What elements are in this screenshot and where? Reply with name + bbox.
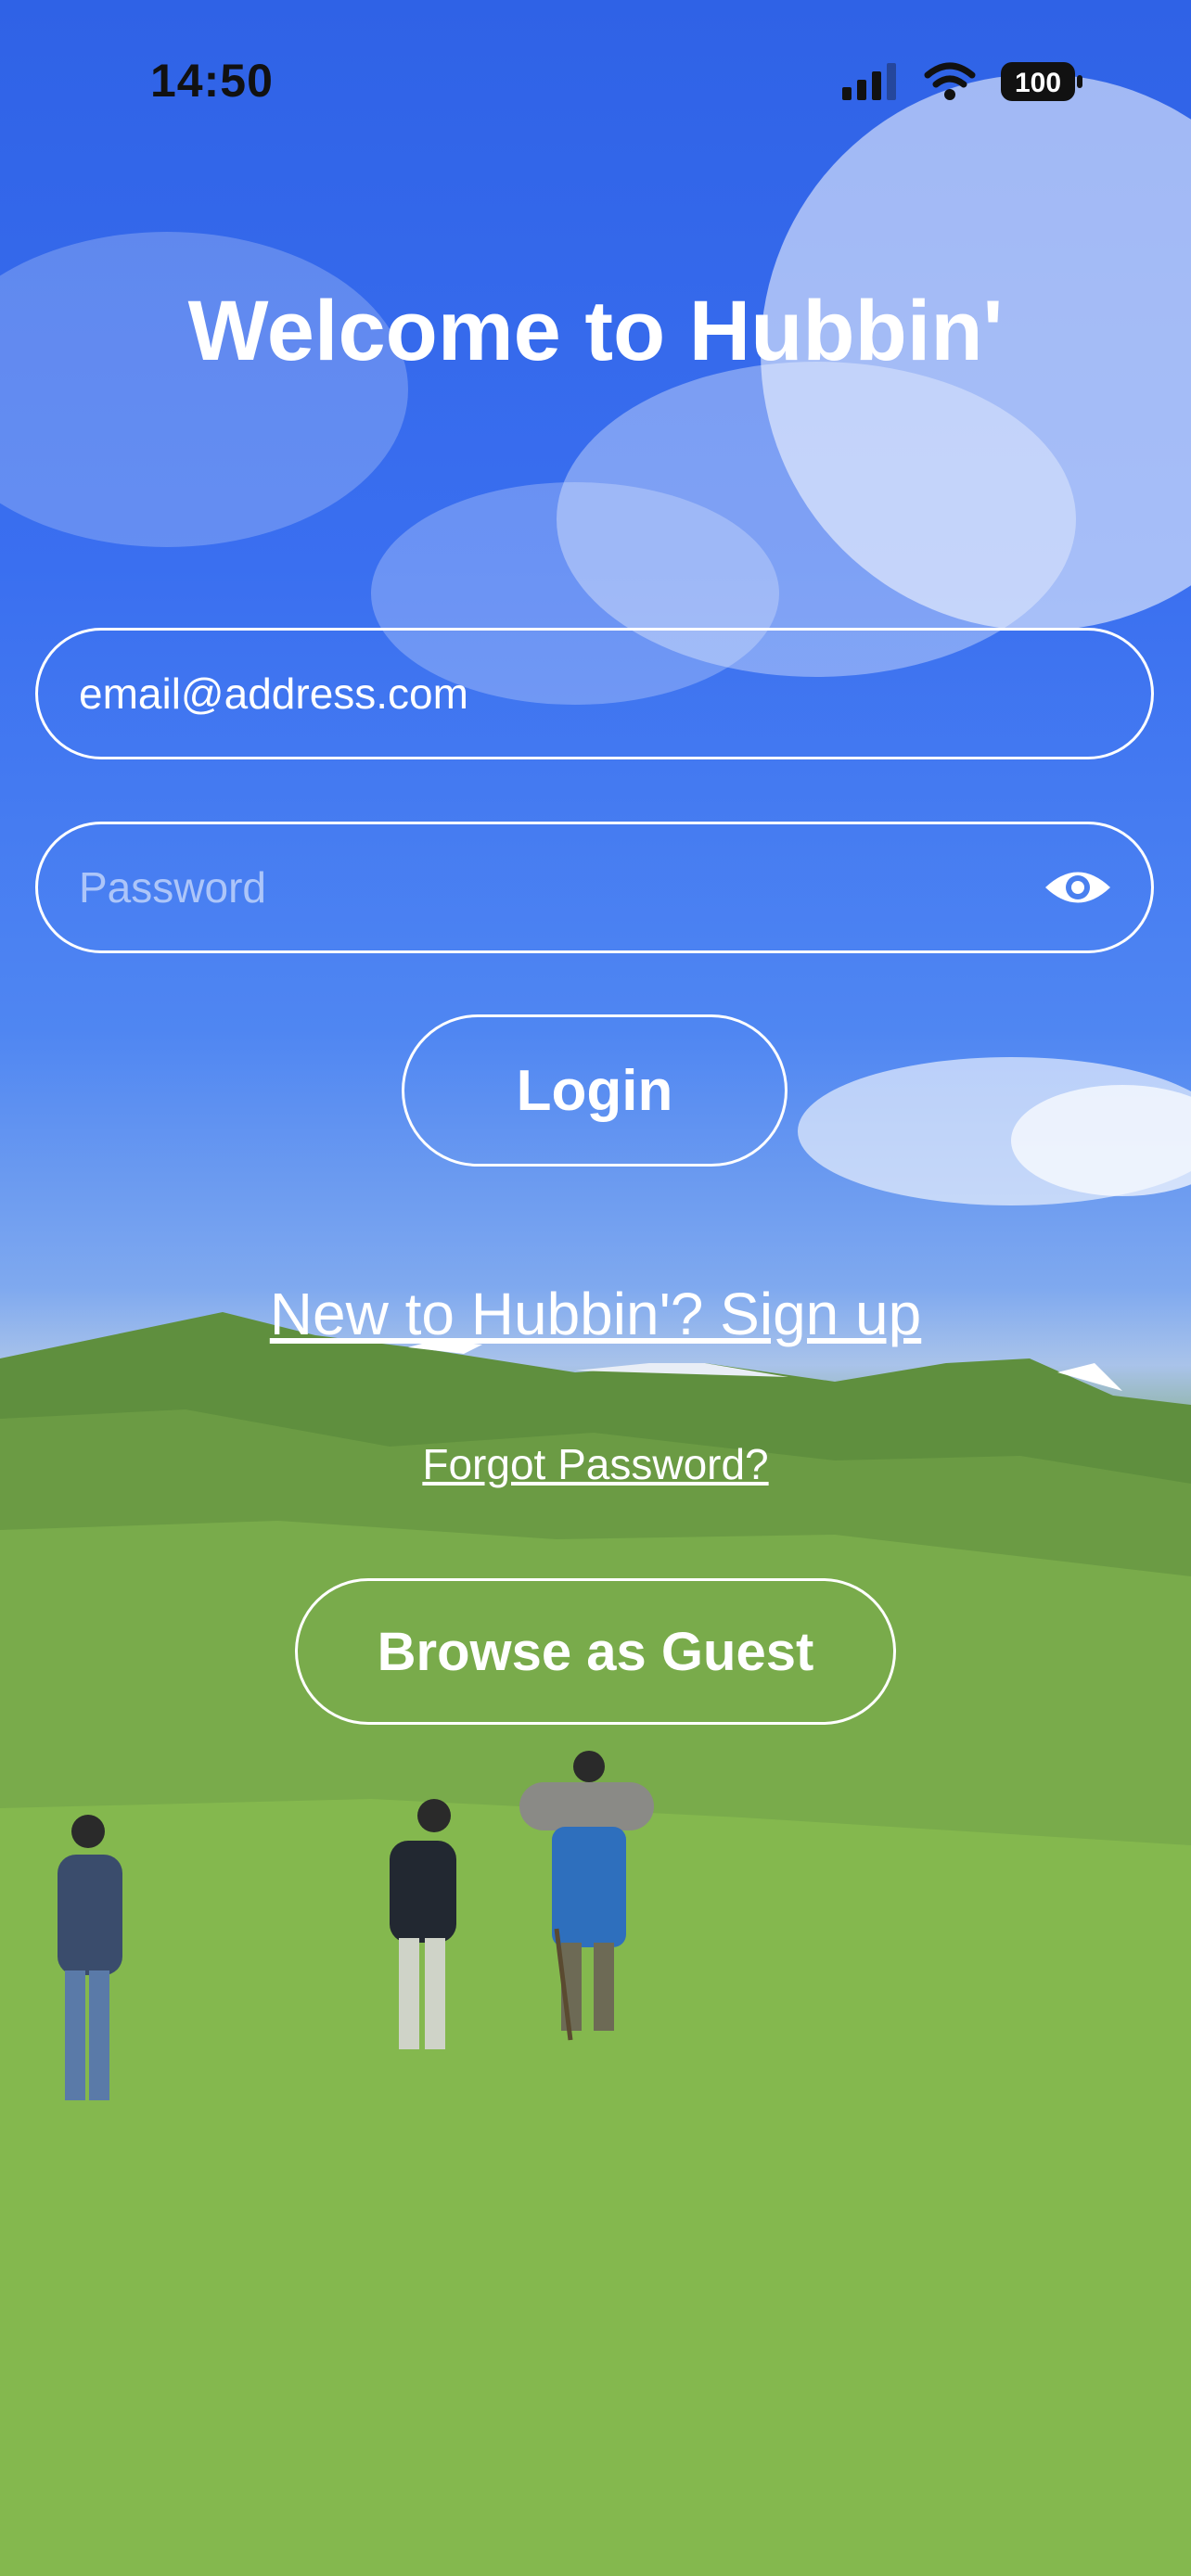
battery-icon: 100 — [1001, 62, 1082, 101]
browse-as-guest-button[interactable]: Browse as Guest — [295, 1578, 896, 1725]
eye-icon[interactable] — [1044, 862, 1112, 912]
page-title: Welcome to Hubbin' — [187, 284, 1004, 378]
signup-link[interactable]: New to Hubbin'? Sign up — [0, 1280, 1191, 1348]
status-bar: 14:50 100 — [0, 0, 1191, 158]
password-input[interactable] — [77, 861, 1044, 913]
login-button[interactable]: Login — [402, 1014, 788, 1167]
login-screen: 14:50 100 Welcome to Hubbin' email@addre… — [0, 0, 1191, 2576]
email-input[interactable] — [77, 668, 1112, 720]
password-field[interactable] — [35, 822, 1154, 953]
wifi-icon — [924, 62, 976, 100]
signal-icon — [842, 63, 896, 100]
status-icons: 100 — [842, 59, 1083, 104]
status-time: 14:50 — [150, 55, 274, 107]
email-field[interactable] — [35, 628, 1154, 759]
forgot-password-link[interactable]: Forgot Password? — [0, 1439, 1191, 1489]
battery-level: 100 — [1015, 68, 1061, 98]
